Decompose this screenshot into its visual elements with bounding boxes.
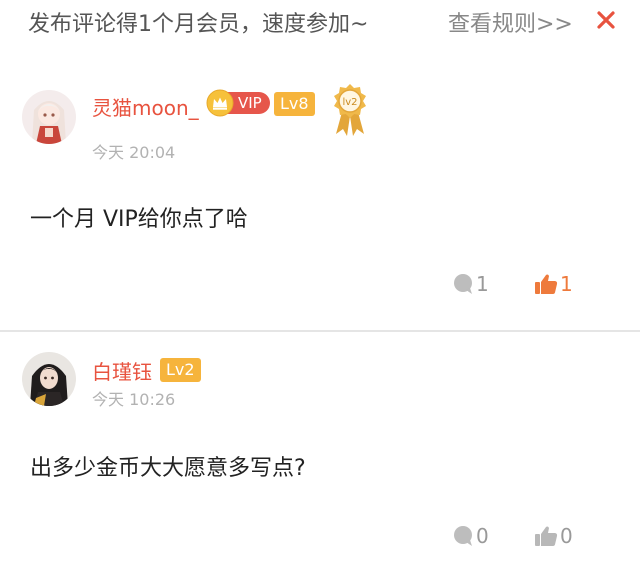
reply-button[interactable]: 1 bbox=[452, 272, 489, 296]
crown-icon bbox=[206, 89, 234, 117]
avatar[interactable] bbox=[22, 90, 76, 144]
reply-button[interactable]: 0 bbox=[452, 524, 489, 548]
like-count: 0 bbox=[560, 524, 573, 548]
level-badge: Lv8 bbox=[274, 92, 315, 116]
level-badge: Lv2 bbox=[160, 358, 201, 382]
thumbs-up-icon bbox=[534, 273, 558, 295]
reply-count: 0 bbox=[476, 524, 489, 548]
thumbs-up-icon bbox=[534, 525, 558, 547]
promo-text: 发布评论得1个月会员，速度参加~ bbox=[28, 12, 369, 37]
reply-count: 1 bbox=[476, 272, 489, 296]
like-count: 1 bbox=[560, 272, 573, 296]
comment-bubble-icon bbox=[452, 525, 474, 547]
timestamp: 今天 20:04 bbox=[92, 143, 176, 162]
medal-icon: lv2 bbox=[330, 82, 370, 138]
username[interactable]: 白瑾钰 bbox=[92, 356, 152, 385]
comment-text: 一个月 VIP给你点了哈 bbox=[30, 207, 248, 232]
comment-bubble-icon bbox=[452, 273, 474, 295]
like-button[interactable]: 0 bbox=[534, 524, 573, 548]
view-rules-link[interactable]: 查看规则>> bbox=[448, 6, 573, 38]
comment-item: 白瑾钰 Lv2 今天 10:26 出多少金币大大愿意多写点? 0 0 bbox=[0, 332, 640, 580]
close-icon[interactable] bbox=[594, 8, 618, 32]
medal-label: lv2 bbox=[342, 97, 357, 108]
comment-text: 出多少金币大大愿意多写点? bbox=[30, 456, 306, 481]
comment-item: 灵猫moon_ VIP Lv8 lv2 今天 20:04 一个月 VIP给你点了… bbox=[0, 72, 640, 330]
promo-banner: 发布评论得1个月会员，速度参加~ 查看规则>> bbox=[0, 0, 640, 44]
like-button[interactable]: 1 bbox=[534, 272, 573, 296]
avatar[interactable] bbox=[22, 352, 76, 406]
vip-badge: VIP bbox=[206, 89, 270, 117]
timestamp: 今天 10:26 bbox=[92, 390, 176, 409]
username[interactable]: 灵猫moon_ bbox=[92, 92, 199, 121]
